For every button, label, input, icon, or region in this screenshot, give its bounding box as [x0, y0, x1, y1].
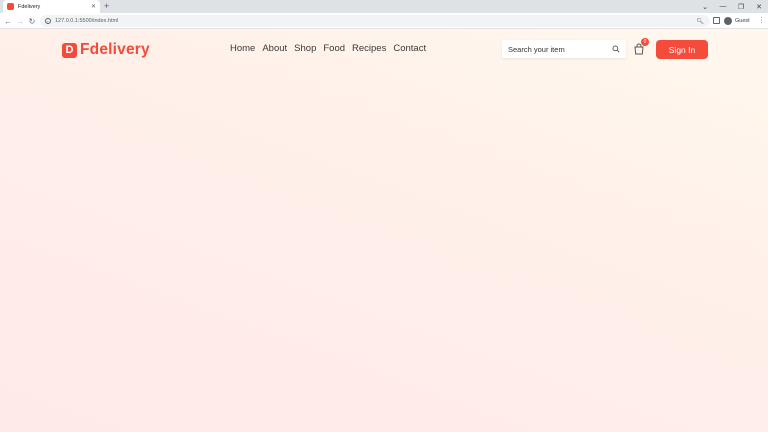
side-panel-icon[interactable]	[713, 17, 720, 24]
avatar-icon	[724, 17, 732, 25]
nav-recipes[interactable]: Recipes	[352, 43, 386, 54]
menu-kebab-icon[interactable]: ⋮	[758, 15, 765, 27]
reload-icon[interactable]: ↻	[26, 13, 38, 29]
address-bar[interactable]: i 🔍︎	[40, 15, 710, 27]
favicon-icon	[7, 3, 14, 10]
back-arrow-icon[interactable]: ←	[2, 13, 14, 29]
minimize-button[interactable]: —	[714, 0, 732, 13]
nav-food[interactable]: Food	[323, 43, 345, 54]
profile-name: Guest	[735, 18, 750, 24]
browser-toolbar: ← → ↻ i 🔍︎ Guest ⋮	[0, 13, 768, 29]
tab-search-icon[interactable]: ⌄	[696, 0, 714, 13]
new-tab-button[interactable]: +	[104, 1, 109, 12]
tab-close-icon[interactable]: ✕	[91, 4, 96, 10]
restore-button[interactable]: ❐	[732, 0, 750, 13]
nav-shop[interactable]: Shop	[294, 43, 316, 54]
close-window-button[interactable]: ✕	[750, 0, 768, 13]
search-input[interactable]	[508, 44, 612, 54]
forward-arrow-icon[interactable]: →	[14, 13, 26, 29]
nav-about[interactable]: About	[262, 43, 287, 54]
search-icon[interactable]	[612, 45, 620, 53]
main-nav: Home About Shop Food Recipes Contact	[230, 43, 426, 54]
site-info-icon[interactable]: i	[45, 18, 51, 24]
cart-count-badge: 0	[641, 38, 649, 46]
site-logo[interactable]: D Fdelivery	[62, 41, 150, 59]
nav-contact[interactable]: Contact	[393, 43, 426, 54]
zoom-icon[interactable]: 🔍︎	[696, 15, 704, 27]
page-body: D Fdelivery Home About Shop Food Recipes…	[0, 29, 768, 432]
tab-strip: Fdelivery ✕ + ⌄ — ❐ ✕	[0, 0, 768, 13]
browser-tab[interactable]: Fdelivery ✕	[3, 0, 100, 13]
tab-title: Fdelivery	[18, 3, 41, 10]
url-input[interactable]	[55, 18, 255, 24]
logo-mark: D	[62, 42, 77, 58]
profile-button[interactable]: Guest	[724, 15, 750, 27]
logo-text: Fdelivery	[80, 41, 150, 58]
sign-in-button[interactable]: Sign In	[656, 40, 708, 59]
search-box	[502, 40, 626, 58]
nav-home[interactable]: Home	[230, 43, 255, 54]
